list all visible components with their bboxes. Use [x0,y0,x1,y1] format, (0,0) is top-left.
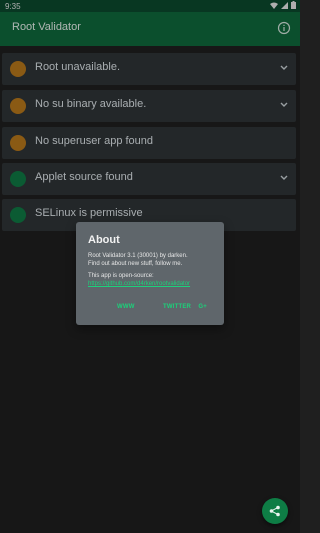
twitter-button[interactable]: TWITTER [163,304,191,310]
dialog-body-line3: This app is open-source: [88,273,154,279]
dialog-actions: WWW TWITTER G+ [88,304,216,316]
dialog-body-line2: Find out about new stuff, follow me. [88,261,183,267]
dialog-body-top: Root Validator 3.1 (30001) by darken. Fi… [88,252,224,268]
dialog-body-line1: Root Validator 3.1 (30001) by darken. [88,253,188,259]
share-icon [269,505,280,517]
dialog-title: About [88,234,120,246]
gplus-button[interactable]: G+ [198,304,207,310]
about-dialog: About Root Validator 3.1 (30001) by dark… [76,222,224,325]
github-link[interactable]: https://github.com/d4rken/rootvalidator [88,280,190,288]
www-button[interactable]: WWW [117,304,135,310]
share-button[interactable] [262,498,288,524]
